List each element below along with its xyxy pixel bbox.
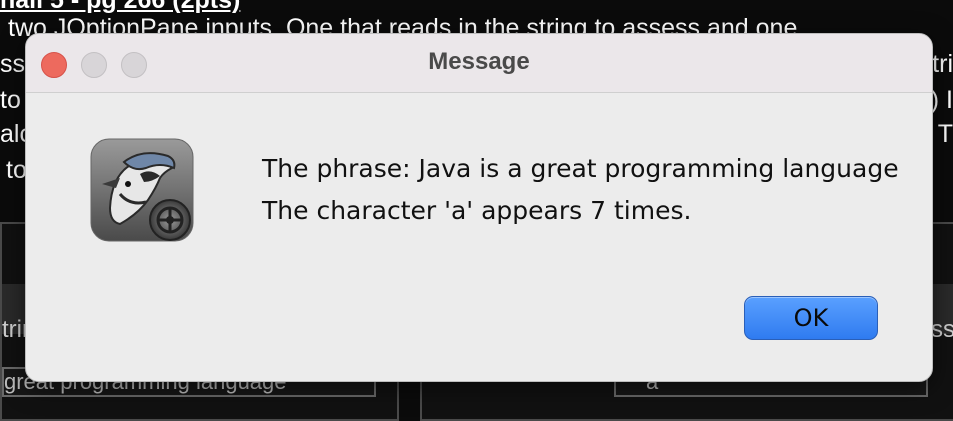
background-heading: hall 5 - pg 266 (2pts) [0,0,241,14]
ok-button[interactable]: OK [744,296,878,340]
background-text-fragment: ss [0,50,25,78]
background-text-fragment: T [937,120,953,148]
java-bluejay-app-icon [90,138,194,242]
background-edge-text: ss [931,316,953,343]
dialog-message: The phrase: Java is a great programming … [262,148,899,232]
message-dialog: Message The phrase: Java is a great prog… [25,33,933,382]
message-line-phrase: The phrase: Java is a great programming … [262,154,899,183]
dialog-title: Message [428,48,530,75]
background-text-fragment: to [6,156,27,184]
background-text-fragment: to [0,86,21,114]
dialog-titlebar[interactable]: Message [26,34,932,93]
background-text-fragment: tri [932,50,953,78]
background-text-fragment: ) I [930,86,953,114]
message-line-count: The character 'a' appears 7 times. [262,196,692,225]
